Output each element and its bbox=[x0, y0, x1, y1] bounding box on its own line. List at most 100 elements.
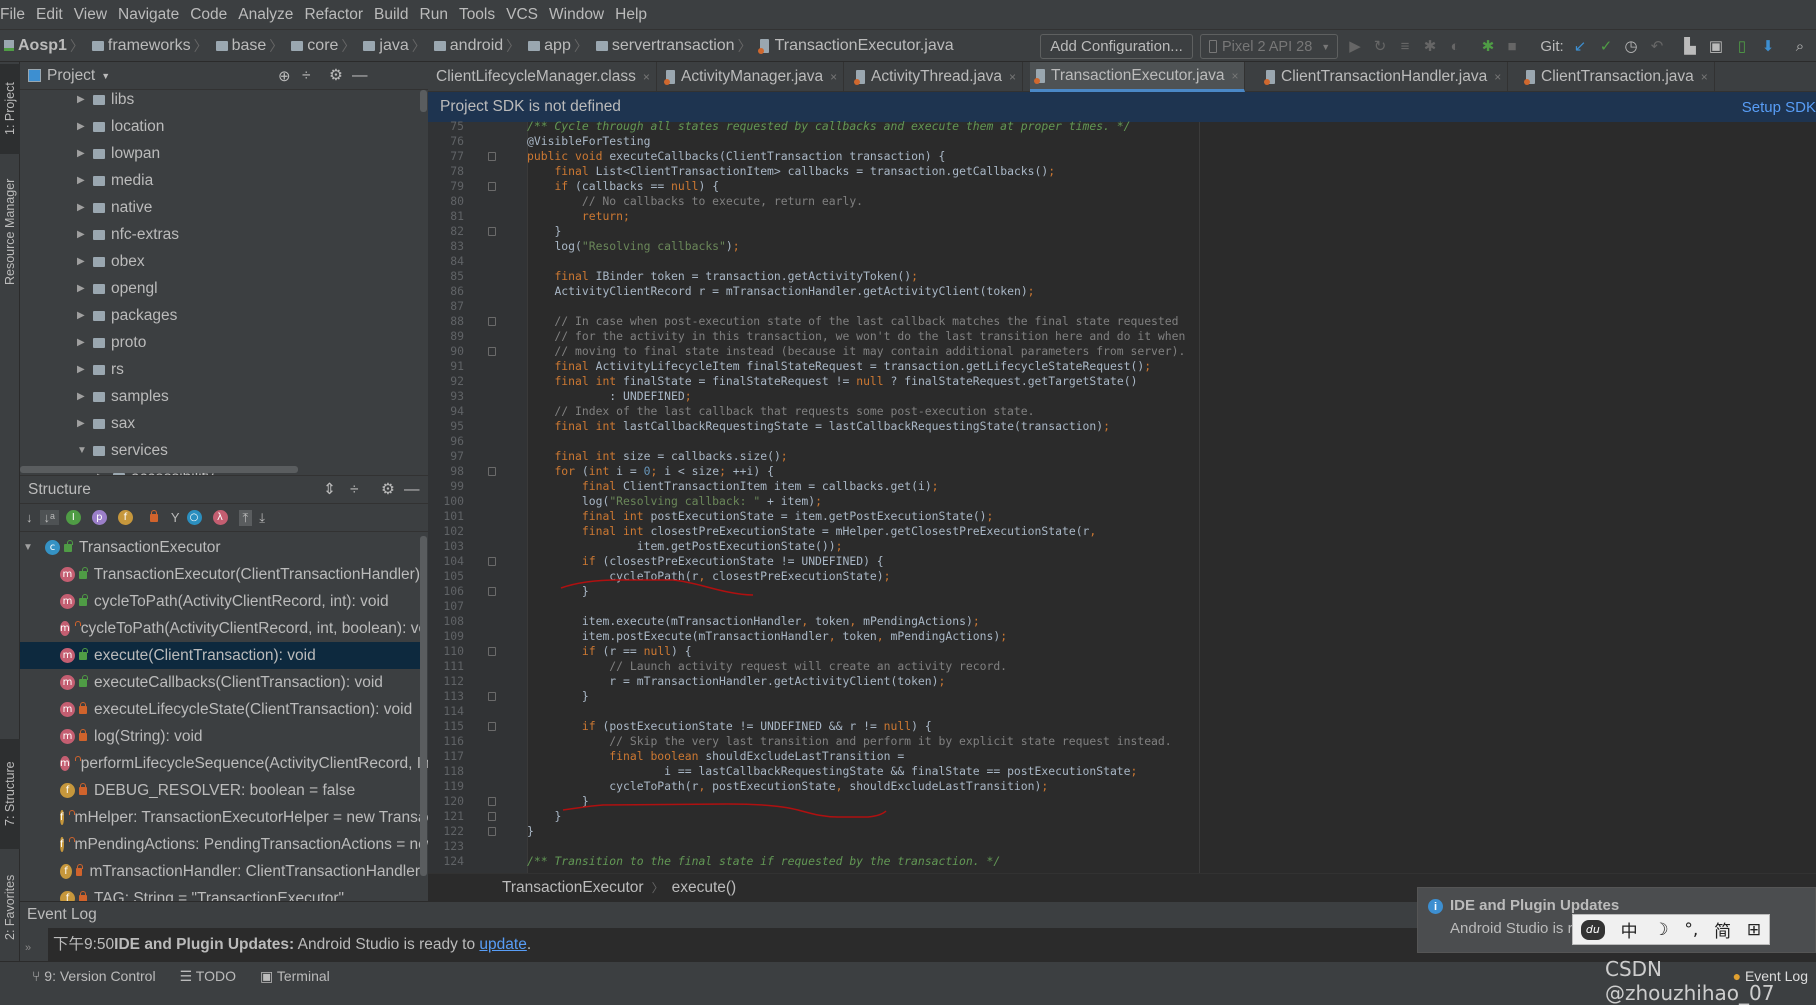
structure-item[interactable]: m log(String): void bbox=[20, 723, 420, 750]
menu-code[interactable]: Code bbox=[190, 6, 227, 24]
attach-debugger-icon[interactable]: ✱ bbox=[1478, 36, 1498, 56]
collapse-all-icon[interactable]: ÷ bbox=[350, 481, 359, 499]
structure-scrollbar[interactable] bbox=[420, 536, 427, 876]
menu-window[interactable]: Window bbox=[549, 6, 604, 24]
structure-tool-button[interactable]: 7: Structure bbox=[0, 739, 20, 849]
chevron-right-icon[interactable]: ▶ bbox=[77, 121, 93, 132]
show-properties-icon[interactable]: p bbox=[91, 510, 107, 525]
stop-icon[interactable]: ■ bbox=[1502, 36, 1522, 56]
avd-manager-icon[interactable]: ▯ bbox=[1732, 36, 1752, 56]
git-commit-icon[interactable]: ✓ bbox=[1596, 36, 1616, 56]
breadcrumb-item[interactable]: TransactionExecutor.java bbox=[757, 37, 954, 55]
autoscroll-from-source-icon[interactable]: ⤓ bbox=[259, 510, 265, 526]
breadcrumb-item[interactable]: java 〉 bbox=[363, 36, 429, 56]
gear-icon[interactable]: ⚙ bbox=[381, 480, 395, 499]
ime-punctuation-button[interactable]: °, bbox=[1684, 920, 1698, 940]
breadcrumb-item[interactable]: core 〉 bbox=[291, 36, 359, 56]
chevron-right-icon[interactable]: ▶ bbox=[77, 175, 93, 186]
terminal-tool-button[interactable]: ▣ Terminal bbox=[260, 968, 330, 985]
project-tree-item[interactable]: ▶ nfc-extras bbox=[77, 221, 179, 248]
project-tree-item[interactable]: ▶ obex bbox=[77, 248, 145, 275]
structure-item[interactable]: m execute(ClientTransaction): void bbox=[20, 642, 420, 669]
project-tree-item[interactable]: ▶ native bbox=[77, 194, 152, 221]
menu-help[interactable]: Help bbox=[615, 6, 647, 24]
structure-item[interactable]: m cycleToPath(ActivityClientRecord, int):… bbox=[20, 588, 420, 615]
breadcrumb-item[interactable]: frameworks 〉 bbox=[91, 36, 212, 56]
sort-by-visibility-icon[interactable]: ↓ bbox=[26, 510, 33, 525]
structure-item[interactable]: m cycleToPath(ActivityClientRecord, int, … bbox=[20, 615, 428, 642]
chevron-right-icon[interactable]: ▶ bbox=[77, 229, 93, 240]
show-non-public-icon[interactable] bbox=[149, 509, 158, 522]
apply-changes-icon[interactable]: ↻ bbox=[1370, 36, 1390, 56]
update-link[interactable]: update bbox=[479, 936, 526, 953]
project-view-selector[interactable]: Project bbox=[47, 67, 95, 85]
project-tree-item[interactable]: ▶ samples bbox=[77, 383, 169, 410]
project-tree-item[interactable]: ▶ proto bbox=[77, 329, 146, 356]
show-anonymous-icon[interactable]: Y bbox=[171, 510, 180, 525]
sdk-manager-icon[interactable]: ⬇ bbox=[1758, 36, 1778, 56]
structure-item[interactable]: m executeLifecycleState(ClientTransaction… bbox=[20, 696, 420, 723]
breadcrumb-method[interactable]: execute() bbox=[672, 879, 737, 897]
ime-moon-icon[interactable]: ☽ bbox=[1653, 920, 1668, 940]
chevron-right-icon[interactable]: ▶ bbox=[77, 418, 93, 429]
chevron-down-icon[interactable]: ▼ bbox=[101, 71, 110, 81]
menu-tools[interactable]: Tools bbox=[459, 6, 495, 24]
show-lambda-icon[interactable]: λ bbox=[212, 510, 228, 525]
structure-root[interactable]: ▼ c TransactionExecutor bbox=[23, 534, 221, 561]
run-icon[interactable]: ▶ bbox=[1345, 36, 1365, 56]
expand-icon[interactable]: » bbox=[25, 942, 31, 954]
breadcrumb-item[interactable]: servertransaction 〉 bbox=[595, 36, 756, 56]
structure-item[interactable]: m TransactionExecutor(ClientTransactionHa… bbox=[20, 561, 420, 588]
collapse-all-icon[interactable]: ÷ bbox=[302, 67, 311, 85]
apply-code-changes-icon[interactable]: ≡ bbox=[1395, 36, 1415, 56]
chevron-right-icon[interactable]: ▶ bbox=[77, 202, 93, 213]
breadcrumb-class[interactable]: TransactionExecutor bbox=[502, 879, 644, 897]
chevron-down-icon[interactable]: ▼ bbox=[77, 445, 93, 456]
menu-analyze[interactable]: Analyze bbox=[238, 6, 293, 24]
project-tree-item[interactable]: ▶ media bbox=[77, 167, 153, 194]
ime-language-button[interactable]: 中 bbox=[1621, 917, 1638, 942]
ime-simplified-button[interactable]: 简 bbox=[1714, 917, 1731, 942]
breadcrumb-item[interactable]: base 〉 bbox=[215, 36, 288, 56]
debug-icon[interactable]: ✱ bbox=[1420, 36, 1440, 56]
sort-alphabetically-icon[interactable]: ↓ᵃ bbox=[39, 510, 59, 525]
todo-tool-button[interactable]: ☰ TODO bbox=[180, 968, 236, 985]
structure-item[interactable]: f mPendingActions: PendingTransactionActi… bbox=[20, 831, 428, 858]
structure-item[interactable]: f TAG: String = "TransactionExecutor" bbox=[20, 885, 420, 901]
gear-icon[interactable]: ⚙ bbox=[329, 66, 343, 85]
menu-edit[interactable]: Edit bbox=[36, 6, 63, 24]
breadcrumb-item[interactable]: app 〉 bbox=[528, 36, 592, 56]
version-control-tool-button[interactable]: ⑂ 9: Version Control bbox=[32, 968, 156, 984]
structure-item[interactable]: f DEBUG_RESOLVER: boolean = false bbox=[20, 777, 420, 804]
menu-file[interactable]: File bbox=[0, 6, 25, 24]
profile-icon[interactable]: ◐ bbox=[1445, 36, 1465, 56]
project-tree-item[interactable]: ▶ packages bbox=[77, 302, 177, 329]
hide-icon[interactable]: — bbox=[352, 67, 368, 85]
project-tree-item[interactable]: ▶ lowpan bbox=[77, 140, 160, 167]
hide-icon[interactable]: — bbox=[404, 481, 420, 499]
chevron-right-icon[interactable]: ▶ bbox=[77, 391, 93, 402]
git-update-icon[interactable]: ↙ bbox=[1570, 36, 1590, 56]
project-tree-item[interactable]: ▶ opengl bbox=[77, 275, 158, 302]
project-tool-button[interactable]: 1: Project bbox=[0, 64, 20, 154]
project-tree-item[interactable]: ▶ sax bbox=[77, 410, 135, 437]
project-tree-item[interactable]: ▶ rs bbox=[77, 356, 124, 383]
chevron-right-icon[interactable]: ▶ bbox=[77, 310, 93, 321]
menu-navigate[interactable]: Navigate bbox=[118, 6, 179, 24]
ime-menu-icon[interactable]: ⊞ bbox=[1747, 920, 1761, 940]
show-inherited-icon[interactable]: I bbox=[65, 510, 81, 525]
layout-inspector-icon[interactable]: ▣ bbox=[1706, 36, 1726, 56]
chevron-down-icon[interactable]: ▼ bbox=[23, 542, 39, 553]
git-history-icon[interactable]: ◷ bbox=[1621, 36, 1641, 56]
chevron-right-icon[interactable]: ▶ bbox=[77, 283, 93, 294]
chevron-right-icon[interactable]: ▶ bbox=[77, 94, 93, 105]
project-horizontal-scrollbar[interactable] bbox=[20, 466, 298, 473]
menu-build[interactable]: Build bbox=[374, 6, 408, 24]
search-icon[interactable]: ⌕ bbox=[1790, 36, 1810, 56]
menu-refactor[interactable]: Refactor bbox=[304, 6, 363, 24]
show-fields-icon[interactable]: f bbox=[117, 510, 133, 525]
breadcrumb-item[interactable]: android 〉 bbox=[433, 36, 524, 56]
project-tree-item[interactable]: ▼ services bbox=[77, 437, 168, 464]
git-rollback-icon[interactable]: ↶ bbox=[1647, 36, 1667, 56]
chevron-right-icon[interactable]: ▶ bbox=[77, 364, 93, 375]
